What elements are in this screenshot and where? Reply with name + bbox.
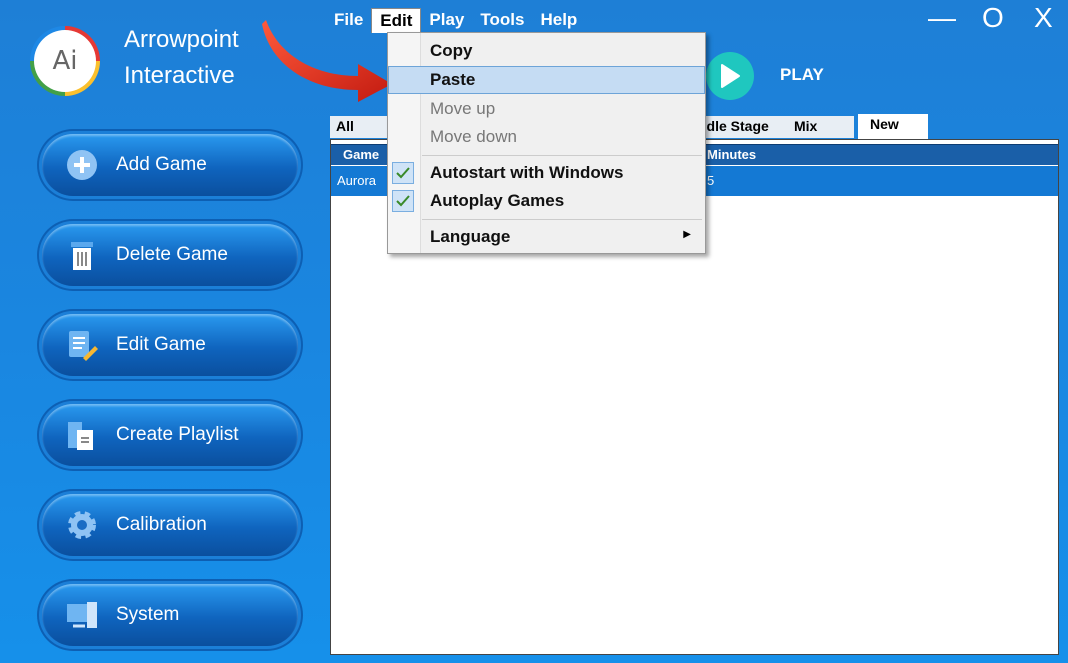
menu-item-move-up[interactable]: Move up xyxy=(388,95,705,123)
col-minutes-header[interactable]: Minutes xyxy=(707,147,756,162)
logo-text: Ai xyxy=(52,46,78,76)
menu-item-autoplay-label: Autoplay Games xyxy=(430,191,565,210)
brand-line1: Arrowpoint xyxy=(124,26,239,53)
checkmark-icon xyxy=(392,190,414,212)
edit-game-label: Edit Game xyxy=(116,334,206,355)
system-label: System xyxy=(116,604,180,625)
delete-game-button[interactable]: Delete Game xyxy=(42,224,298,286)
trash-icon xyxy=(64,237,100,273)
monitor-icon xyxy=(64,597,100,633)
gear-icon xyxy=(64,507,100,543)
app-logo: Ai xyxy=(30,26,100,96)
edit-dropdown-menu: Copy Paste Move up Move down Autostart w… xyxy=(387,32,706,254)
menu-item-move-down-label: Move down xyxy=(430,127,517,146)
menu-item-autostart-label: Autostart with Windows xyxy=(430,163,624,182)
calibration-button[interactable]: Calibration xyxy=(42,494,298,556)
edit-document-icon xyxy=(64,327,100,363)
tab-new[interactable]: New xyxy=(858,114,928,140)
menu-file[interactable]: File xyxy=(326,8,371,32)
plus-icon xyxy=(64,147,100,183)
add-game-button[interactable]: Add Game xyxy=(42,134,298,196)
delete-game-label: Delete Game xyxy=(116,244,228,265)
menu-item-autoplay[interactable]: Autoplay Games xyxy=(388,187,705,215)
minimize-button[interactable]: — xyxy=(928,2,956,34)
tab-mix[interactable]: Mix xyxy=(788,116,854,138)
menu-separator xyxy=(422,155,702,156)
calibration-label: Calibration xyxy=(116,514,207,535)
submenu-arrow-icon: ▶ xyxy=(683,229,691,240)
menubar: File Edit Play Tools Help xyxy=(326,8,585,33)
close-button[interactable]: X xyxy=(1034,2,1053,34)
add-game-label: Add Game xyxy=(116,154,207,175)
menu-item-autostart[interactable]: Autostart with Windows xyxy=(388,159,705,187)
create-playlist-button[interactable]: Create Playlist xyxy=(42,404,298,466)
menu-separator xyxy=(422,219,702,220)
play-icon xyxy=(721,64,740,88)
brand-name: Arrowpoint Interactive xyxy=(124,22,239,94)
menu-item-copy[interactable]: Copy xyxy=(388,37,705,65)
menu-play[interactable]: Play xyxy=(421,8,472,32)
menu-item-paste[interactable]: Paste xyxy=(388,66,705,94)
app-window: Ai Arrowpoint Interactive File Edit Play… xyxy=(0,0,1068,663)
tab-all[interactable]: All xyxy=(330,116,390,138)
row-minutes: 5 xyxy=(707,173,715,188)
create-playlist-label: Create Playlist xyxy=(116,424,239,445)
play-button[interactable] xyxy=(706,52,754,100)
maximize-button[interactable]: O xyxy=(982,2,1004,34)
menu-item-move-up-label: Move up xyxy=(430,99,496,118)
play-label[interactable]: PLAY xyxy=(780,65,824,85)
menu-item-language-label: Language xyxy=(430,227,511,246)
menu-item-language[interactable]: Language ▶ xyxy=(388,223,705,251)
menu-item-move-down[interactable]: Move down xyxy=(388,123,705,151)
menu-edit[interactable]: Edit xyxy=(371,8,422,33)
tab-middle-stage[interactable]: ddle Stage xyxy=(692,116,790,138)
brand-line2: Interactive xyxy=(124,62,235,89)
menu-item-paste-label: Paste xyxy=(430,70,476,89)
menu-item-copy-label: Copy xyxy=(430,41,473,60)
menu-tools[interactable]: Tools xyxy=(472,8,532,32)
menu-help[interactable]: Help xyxy=(532,8,585,32)
col-game-header[interactable]: Game xyxy=(343,147,379,162)
playlist-icon xyxy=(64,417,100,453)
edit-game-button[interactable]: Edit Game xyxy=(42,314,298,376)
system-button[interactable]: System xyxy=(42,584,298,646)
row-game-name: Aurora xyxy=(337,173,377,188)
checkmark-icon xyxy=(392,162,414,184)
